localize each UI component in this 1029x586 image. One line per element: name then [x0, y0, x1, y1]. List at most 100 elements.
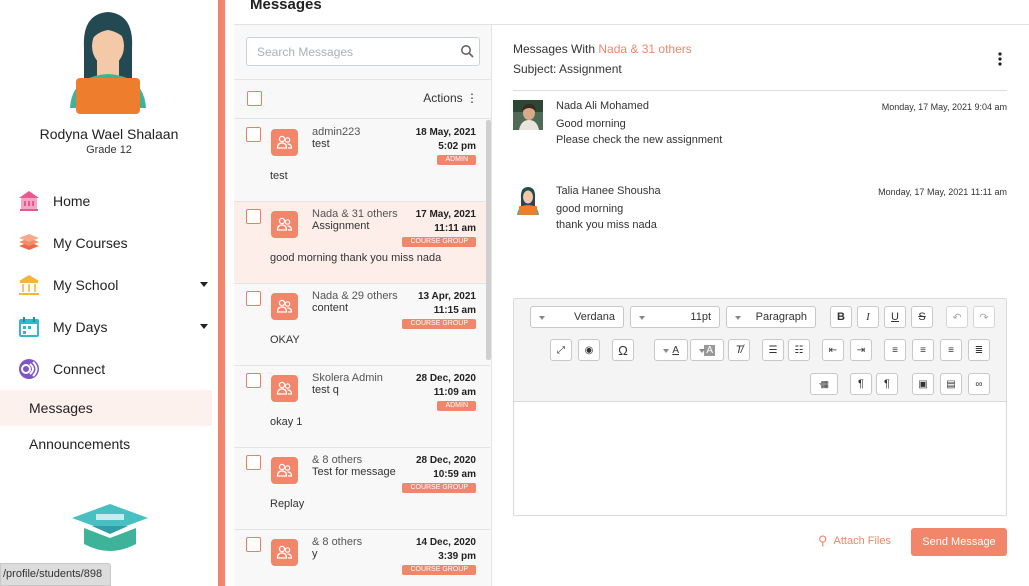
actions-menu[interactable]: Actions ⋮: [423, 91, 478, 105]
search-input[interactable]: [247, 38, 447, 65]
row-checkbox[interactable]: [246, 455, 261, 470]
message-date: 28 Dec, 2020: [415, 373, 476, 384]
select-all-checkbox[interactable]: [247, 91, 262, 106]
actions-label: Actions: [423, 91, 463, 105]
thread-title: Messages With Nada & 31 others: [513, 42, 692, 56]
post-line: good morning: [556, 203, 624, 215]
row-checkbox[interactable]: [246, 373, 261, 388]
message-from: & 8 others: [312, 454, 363, 466]
search-icon[interactable]: [460, 44, 474, 58]
message-preview: OKAY: [270, 334, 300, 346]
message-preview: good morning thank you miss nada: [270, 252, 442, 264]
page-title: Messages: [250, 0, 322, 13]
media-icon[interactable]: ▤: [940, 373, 962, 395]
list-item[interactable]: & 8 others Test for message 28 Dec, 2020…: [234, 448, 490, 530]
chevron-down-icon: [200, 324, 208, 329]
kebab-icon: ⋮: [466, 91, 478, 105]
align-center-icon[interactable]: ≡: [912, 339, 934, 361]
table-icon[interactable]: ▦: [810, 373, 838, 395]
align-right-icon[interactable]: ≡: [940, 339, 962, 361]
list-item[interactable]: Nada & 31 others Assignment 17 May, 2021…: [234, 202, 490, 284]
message-preview: okay 1: [270, 416, 303, 428]
list-item[interactable]: admin223 test 18 May, 2021 5:02 pm ADMIN…: [234, 120, 490, 202]
attach-files-label: Attach Files: [833, 535, 891, 547]
message-subject: Assignment: [312, 220, 370, 232]
connect-icon: [16, 356, 42, 382]
list-scrollbar[interactable]: [486, 120, 491, 360]
text-color-icon[interactable]: A: [654, 339, 688, 361]
ltr-direction-icon[interactable]: ¶: [850, 373, 872, 395]
message-time: 10:59 am: [433, 469, 476, 480]
nav-messages[interactable]: Messages: [0, 390, 212, 426]
group-icon: [271, 457, 298, 484]
nav-home[interactable]: Home: [16, 184, 212, 218]
list-item[interactable]: Nada & 29 others content 13 Apr, 2021 11…: [234, 284, 490, 366]
skolera-logo: [72, 504, 148, 551]
row-checkbox[interactable]: [246, 127, 261, 142]
preview-eye-icon[interactable]: ◉: [578, 339, 600, 361]
message-from: Nada & 31 others: [312, 208, 398, 220]
post-date: Monday, 17 May, 2021 11:11 am: [878, 187, 1007, 197]
background-color-icon[interactable]: A: [690, 339, 724, 361]
bold-icon[interactable]: B: [830, 306, 852, 328]
thread-participants[interactable]: Nada & 31 others: [598, 42, 691, 56]
message-date: 17 May, 2021: [415, 209, 476, 220]
calendar-icon: [16, 314, 42, 340]
strikethrough-icon[interactable]: S: [911, 306, 933, 328]
message-time: 11:09 am: [433, 387, 476, 398]
editor-text-area[interactable]: [514, 403, 1006, 515]
bullet-list-icon[interactable]: ☷: [788, 339, 810, 361]
nav-home-label: Home: [53, 193, 91, 209]
group-icon: [271, 129, 298, 156]
italic-icon[interactable]: I: [857, 306, 879, 328]
nav-courses[interactable]: My Courses: [16, 226, 212, 260]
message-subject: Test for message: [312, 466, 396, 478]
image-icon[interactable]: ▣: [912, 373, 934, 395]
nav-connect[interactable]: Connect: [16, 352, 212, 386]
align-justify-icon[interactable]: ≣: [968, 339, 990, 361]
books-icon: [16, 230, 42, 256]
nav-announcements[interactable]: Announcements: [0, 426, 212, 462]
clear-format-icon[interactable]: T̸: [728, 339, 750, 361]
message-time: 5:02 pm: [438, 141, 476, 152]
indent-icon[interactable]: ⇥: [850, 339, 872, 361]
home-icon: [16, 188, 42, 214]
post-line: Good morning: [556, 118, 626, 130]
message-preview: Replay: [270, 498, 305, 510]
message-badge: ADMIN: [437, 401, 476, 411]
font-size-select[interactable]: 11pt: [630, 306, 720, 328]
row-checkbox[interactable]: [246, 537, 261, 552]
undo-icon[interactable]: ↶: [946, 306, 968, 328]
font-family-select[interactable]: Verdana: [530, 306, 624, 328]
underline-icon[interactable]: U: [884, 306, 906, 328]
nav-school[interactable]: My School: [16, 268, 212, 302]
nav-school-label: My School: [53, 277, 119, 293]
rtl-direction-icon[interactable]: ¶: [876, 373, 898, 395]
list-item[interactable]: Skolera Admin test q 28 Dec, 2020 11:09 …: [234, 366, 490, 448]
nav-days[interactable]: My Days: [16, 310, 212, 344]
message-list-panel: Actions ⋮ admin223 test 18 May, 2021 5:0…: [234, 25, 492, 586]
block-format-select[interactable]: Paragraph: [726, 306, 816, 328]
send-message-button[interactable]: Send Message: [911, 528, 1007, 556]
nav-days-label: My Days: [53, 319, 108, 335]
thread-divider: [513, 90, 1007, 91]
row-checkbox[interactable]: [246, 209, 261, 224]
school-icon: [16, 272, 42, 298]
message-subject: content: [312, 302, 349, 314]
row-checkbox[interactable]: [246, 291, 261, 306]
message-badge: COURSE GROUP: [402, 483, 476, 493]
outdent-icon[interactable]: ⇤: [822, 339, 844, 361]
attach-files-button[interactable]: ⚲ Attach Files: [818, 533, 891, 549]
thread-subject: Subject: Assignment: [513, 62, 622, 76]
align-left-icon[interactable]: ≡: [884, 339, 906, 361]
search-box: [246, 37, 480, 66]
special-character-icon[interactable]: Ω: [612, 339, 634, 361]
message-subject: test q: [312, 384, 339, 396]
thread-menu-icon[interactable]: [995, 50, 1005, 68]
list-item[interactable]: & 8 others y 14 Dec, 2020 3:39 pm COURSE…: [234, 530, 490, 586]
numbered-list-icon[interactable]: ☰: [762, 339, 784, 361]
link-icon[interactable]: ∞: [968, 373, 990, 395]
redo-icon[interactable]: ↷: [973, 306, 995, 328]
message-from: Skolera Admin: [312, 372, 383, 384]
fullscreen-icon[interactable]: ⤢: [550, 339, 572, 361]
